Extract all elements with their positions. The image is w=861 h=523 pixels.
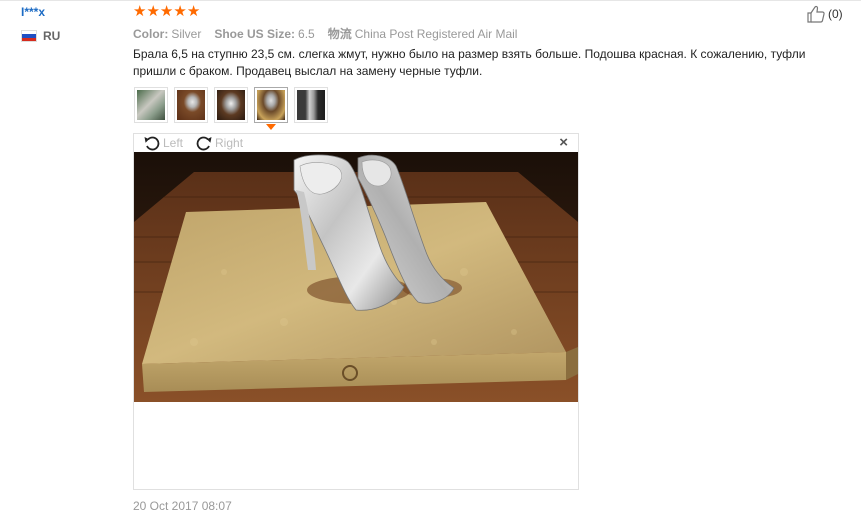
rotate-right-button[interactable]: Right xyxy=(195,135,243,151)
rating-stars: ★ ★ ★ ★ ★ xyxy=(133,4,200,20)
color-label: Color: xyxy=(133,26,169,41)
shipping-label: 物流 xyxy=(327,27,352,41)
size-value: 6.5 xyxy=(298,26,315,41)
reviewer-country: RU xyxy=(21,29,60,43)
star-icon: ★ xyxy=(146,3,160,20)
helpful-button[interactable]: (0) xyxy=(806,4,843,24)
thumbnail-image xyxy=(297,90,325,120)
review-text: Брала 6,5 на ступню 23,5 см. слегка жмут… xyxy=(133,47,806,78)
helpful-count: (0) xyxy=(828,7,843,21)
thumbnail-image xyxy=(177,90,205,120)
close-icon[interactable]: × xyxy=(559,135,568,150)
star-icon: ★ xyxy=(173,3,187,20)
active-thumbnail-indicator xyxy=(266,124,276,130)
rotate-right-label: Right xyxy=(215,136,244,150)
shipping-value: China Post Registered Air Mail xyxy=(354,26,518,41)
photo-thumbnail[interactable] xyxy=(294,87,328,123)
russia-flag-icon xyxy=(21,30,37,42)
reviewer-name[interactable]: I***x xyxy=(21,5,45,19)
photo-thumbnail-active[interactable] xyxy=(254,87,288,130)
star-icon: ★ xyxy=(133,3,147,20)
photo-thumbnail[interactable] xyxy=(134,87,168,123)
viewer-toolbar: Left Right × xyxy=(134,134,578,152)
thumbnail-image xyxy=(217,90,245,120)
thumbnail-image xyxy=(257,90,285,120)
rotate-left-icon xyxy=(144,136,160,151)
top-divider xyxy=(0,0,861,1)
rotate-left-button[interactable]: Left xyxy=(143,135,183,151)
review-date: 20 Oct 2017 08:07 xyxy=(133,499,232,513)
photo-thumbnail[interactable] xyxy=(214,87,248,123)
rotate-left-label: Left xyxy=(163,136,184,150)
photo-viewer: Left Right × xyxy=(133,133,579,490)
silver-shoes-photo xyxy=(134,152,578,402)
color-value: Silver xyxy=(171,26,202,41)
thumbs-up-icon xyxy=(807,5,825,23)
star-icon: ★ xyxy=(159,3,174,20)
photo-thumbnails xyxy=(134,87,328,130)
star-icon: ★ xyxy=(186,3,201,20)
size-label: Shoe US Size: xyxy=(214,26,296,41)
review-photo xyxy=(134,152,578,402)
country-code: RU xyxy=(43,29,61,43)
order-attributes: Color: Silver Shoe US Size: 6.5 物流 China… xyxy=(133,25,517,42)
photo-thumbnail[interactable] xyxy=(174,87,208,123)
thumbnail-image xyxy=(137,90,165,120)
rotate-right-icon xyxy=(196,136,212,151)
